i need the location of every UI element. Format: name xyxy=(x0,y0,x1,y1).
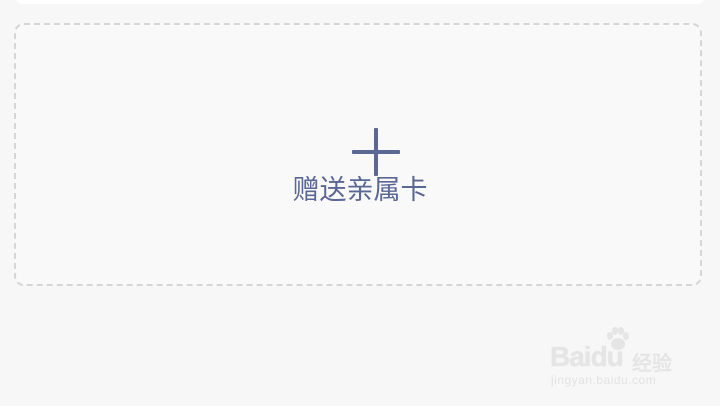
watermark-brand: Baidu xyxy=(550,341,624,372)
gift-family-card-label: 赠送亲属卡 xyxy=(292,175,428,206)
gift-family-card-button[interactable] xyxy=(14,23,702,286)
previous-card-edge xyxy=(16,0,704,4)
baidu-jingyan-watermark: Baidu 经验 jingyan.baidu.com xyxy=(550,327,680,391)
plus-icon xyxy=(352,128,400,176)
watermark-product: 经验 xyxy=(632,351,672,375)
watermark-url: jingyan.baidu.com xyxy=(551,373,657,387)
